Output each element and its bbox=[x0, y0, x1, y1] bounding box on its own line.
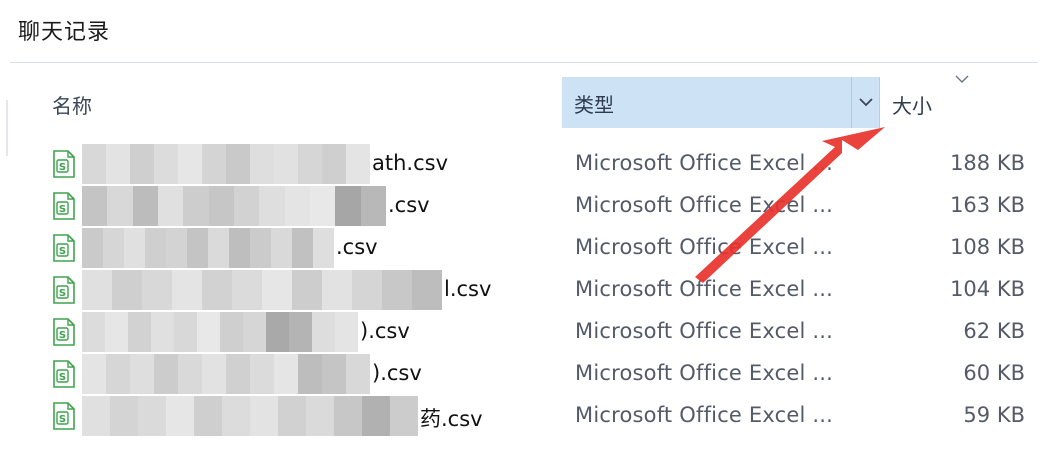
file-row[interactable]: S .csv Microsoft Office Excel ... 108 KB bbox=[0, 227, 1050, 269]
column-header-size[interactable]: 大小 bbox=[892, 90, 932, 119]
file-name: ).csv bbox=[360, 319, 410, 343]
excel-csv-file-icon: S bbox=[53, 402, 75, 430]
svg-text:S: S bbox=[59, 246, 66, 257]
excel-csv-file-icon: S bbox=[53, 360, 75, 388]
svg-text:S: S bbox=[59, 204, 66, 215]
redacted-filename bbox=[82, 186, 386, 226]
file-row[interactable]: Sl.csv Microsoft Office Excel ... 104 KB bbox=[0, 269, 1050, 311]
file-row[interactable]: S ).csv Microsoft Office Excel ... 62 KB bbox=[0, 311, 1050, 353]
redacted-filename bbox=[82, 312, 358, 352]
file-size: 104 KB bbox=[950, 277, 1025, 301]
file-row[interactable]: S ).csv Microsoft Office Excel ... 60 KB bbox=[0, 353, 1050, 395]
file-name: ath.csv bbox=[372, 151, 449, 175]
excel-csv-file-icon: S bbox=[53, 276, 75, 304]
file-size: 188 KB bbox=[950, 151, 1025, 175]
file-size: 60 KB bbox=[963, 361, 1025, 385]
file-type: Microsoft Office Excel ... bbox=[575, 235, 834, 259]
file-type: Microsoft Office Excel ... bbox=[575, 193, 834, 217]
file-name: ).csv bbox=[372, 361, 422, 385]
file-row[interactable]: S .csv Microsoft Office Excel ... 163 KB bbox=[0, 185, 1050, 227]
sort-caret-icon bbox=[955, 75, 969, 83]
window-title: 聊天记录 bbox=[18, 20, 111, 45]
excel-csv-file-icon: S bbox=[53, 234, 75, 262]
file-type: Microsoft Office Excel ... bbox=[575, 403, 834, 427]
file-size: 163 KB bbox=[950, 193, 1025, 217]
file-name: .csv bbox=[388, 193, 430, 217]
svg-text:S: S bbox=[59, 288, 66, 299]
excel-csv-file-icon: S bbox=[53, 150, 75, 178]
column-header-splitter bbox=[851, 77, 852, 128]
redacted-filename bbox=[82, 144, 370, 184]
file-type: Microsoft Office Excel ... bbox=[575, 151, 834, 175]
redacted-filename bbox=[82, 396, 418, 436]
column-header-type[interactable]: 类型 bbox=[562, 77, 880, 128]
file-type: Microsoft Office Excel ... bbox=[575, 361, 834, 385]
excel-csv-file-icon: S bbox=[53, 318, 75, 346]
svg-text:S: S bbox=[59, 372, 66, 383]
file-size: 108 KB bbox=[950, 235, 1025, 259]
file-size: 62 KB bbox=[963, 319, 1025, 343]
chevron-down-icon[interactable] bbox=[854, 91, 878, 113]
excel-csv-file-icon: S bbox=[53, 192, 75, 220]
svg-text:S: S bbox=[59, 414, 66, 425]
file-row[interactable]: S 药.csv Microsoft Office Excel ... 59 KB bbox=[0, 395, 1050, 437]
file-row[interactable]: Sath.csv Microsoft Office Excel ... 188 KB bbox=[0, 143, 1050, 185]
file-type: Microsoft Office Excel ... bbox=[575, 319, 834, 343]
redacted-filename bbox=[82, 228, 334, 268]
column-header-name[interactable]: 名称 bbox=[52, 90, 92, 119]
redacted-filename bbox=[82, 354, 370, 394]
svg-text:S: S bbox=[59, 330, 66, 341]
file-name: l.csv bbox=[444, 277, 492, 301]
file-type: Microsoft Office Excel ... bbox=[575, 277, 834, 301]
file-name: 药.csv bbox=[420, 407, 483, 431]
file-name: .csv bbox=[336, 235, 378, 259]
file-size: 59 KB bbox=[963, 403, 1025, 427]
redacted-filename bbox=[82, 270, 442, 310]
column-header-type-label: 类型 bbox=[574, 93, 614, 117]
header-divider bbox=[10, 62, 1038, 63]
svg-text:S: S bbox=[59, 162, 66, 173]
